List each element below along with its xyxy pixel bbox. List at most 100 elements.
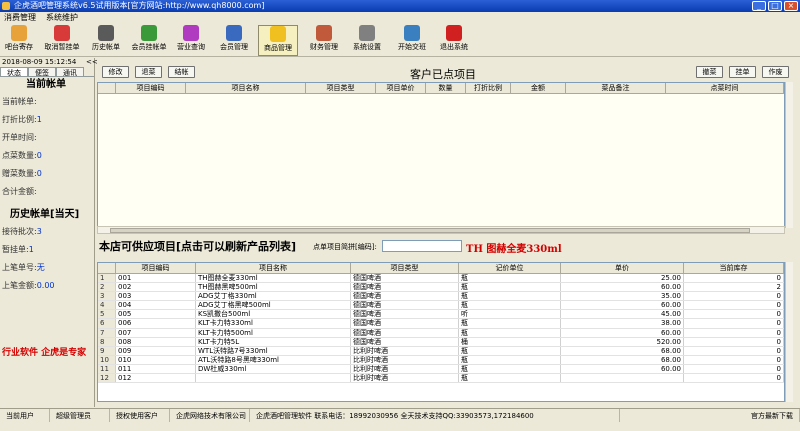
clock-icon (98, 25, 114, 41)
toolbar-member-bill-button[interactable]: 会员挂帐单 (130, 25, 168, 56)
info-label: 赠菜数量: (2, 169, 37, 178)
table-row[interactable]: 11 011 DW杜威330ml 比利时啤酒瓶 60.00 0 (98, 364, 784, 375)
checkout-button[interactable]: 结帐 (168, 66, 195, 78)
tab-status[interactable]: 状态 (0, 67, 28, 77)
table-row[interactable]: 12 012 比利时啤酒瓶 0 (98, 374, 784, 384)
table-cell: 德国啤酒 (351, 310, 459, 319)
table-cell: 10 (98, 355, 116, 364)
column-header[interactable]: 金额 (511, 83, 566, 93)
table-cell: 0 (684, 301, 784, 310)
search-input[interactable] (382, 240, 462, 252)
tab-notes[interactable]: 便签 (28, 67, 56, 77)
info-label: 当前帐单: (2, 97, 37, 106)
return-dish-button[interactable]: 退菜 (135, 66, 162, 78)
status-item: 企虎网络技术有限公司 (170, 409, 250, 422)
column-header[interactable] (98, 263, 116, 273)
toolbar-star-button[interactable]: 商品管理 (258, 25, 298, 56)
table-row[interactable]: 3 003 ADG艾丁格330ml 德国啤酒瓶 35.00 0 (98, 292, 784, 302)
table-cell: 听 (459, 310, 561, 319)
toolbar-label: 系统设置 (353, 43, 381, 51)
remove-dish-button[interactable]: 撤菜 (696, 66, 723, 78)
collapse-button[interactable]: << (86, 58, 98, 67)
column-header[interactable]: 打折比例 (466, 83, 511, 93)
table-cell: 0 (684, 355, 784, 364)
table-cell: 0 (684, 374, 784, 383)
column-header[interactable]: 菜品备注 (566, 83, 666, 93)
void-button[interactable]: 作废 (762, 66, 789, 78)
info-value: 1 (36, 115, 42, 124)
menu-maintain[interactable]: 系统维护 (46, 12, 78, 23)
info-label: 点菜数量: (2, 151, 37, 160)
order-hscroll[interactable] (97, 226, 785, 234)
table-row[interactable]: 4 004 ADG艾丁格黑啤500ml 德国啤酒瓶 60.00 0 (98, 301, 784, 311)
toolbar-member-button[interactable]: 会员管理 (216, 25, 252, 56)
table-row[interactable]: 10 010 ATL沃特路8号黑啤330ml 比利时啤酒瓶 68.00 0 (98, 355, 784, 365)
table-row[interactable]: 5 005 KS凯撒台500ml 德国啤酒听 45.00 0 (98, 310, 784, 320)
toolbar-storage-button[interactable]: 吧台寄存 (2, 25, 36, 56)
toolbar-query-button[interactable]: 营业查询 (172, 25, 210, 56)
column-header[interactable]: 项目类型 (306, 83, 376, 93)
table-row[interactable]: 2 002 TH图赫黑啤500ml 德国啤酒瓶 60.00 2 (98, 283, 784, 293)
app-icon (2, 2, 10, 10)
table-row[interactable]: 6 006 KLT卡力特330ml 德国啤酒瓶 38.00 0 (98, 319, 784, 329)
toolbar-undo-button[interactable]: 取消暂挂单 (40, 25, 84, 56)
maximize-button[interactable]: □ (768, 1, 782, 11)
info-value: 0 (36, 169, 42, 178)
column-header[interactable]: 项目单价 (376, 83, 426, 93)
order-grid[interactable]: 项目编码 项目名称 项目类型 项目单价 数量 打折比例 金额 菜品备注 点菜时间 (97, 82, 785, 228)
toolbar-label: 会员管理 (220, 43, 248, 51)
close-button[interactable]: × (784, 1, 798, 11)
column-header[interactable]: 项目名称 (196, 263, 351, 273)
table-cell: 0 (684, 319, 784, 328)
table-cell: 瓶 (459, 292, 561, 301)
toolbar-settings-button[interactable]: 系统设置 (348, 25, 386, 56)
column-header[interactable]: 项目编码 (116, 263, 196, 273)
status-item[interactable]: 官方最新下载 (620, 409, 800, 422)
datetime-label: 2018-08-09 15:12:54 << (2, 58, 98, 66)
table-cell: 520.00 (561, 337, 684, 346)
table-row[interactable]: 9 009 WTL沃特路7号330ml 比利时啤酒瓶 68.00 0 (98, 346, 784, 356)
info-row: 开单时间: (0, 129, 94, 147)
current-bill-title: 当前帐单 (26, 79, 66, 90)
order-vscroll[interactable] (785, 82, 793, 228)
product-vscroll[interactable] (785, 262, 793, 402)
table-cell: 0 (684, 337, 784, 346)
column-header[interactable]: 单价 (561, 263, 684, 273)
column-header[interactable]: 点菜时间 (666, 83, 784, 93)
table-cell: 60.00 (561, 364, 684, 374)
info-label: 接待批次: (2, 227, 37, 236)
column-header[interactable]: 项目名称 (186, 83, 306, 93)
table-row[interactable]: 8 008 KLT卡力特5L 德国啤酒桶 520.00 0 (98, 337, 784, 347)
column-header[interactable]: 项目类型 (351, 263, 459, 273)
toolbar-clock-button[interactable]: 历史帐单 (88, 25, 124, 56)
table-row[interactable]: 1 001 TH图赫全麦330ml 德国啤酒瓶 25.00 0 (98, 274, 784, 284)
toolbar-finance-button[interactable]: 财务管理 (305, 25, 343, 56)
table-cell: 桶 (459, 337, 561, 346)
column-header[interactable]: 当前库存 (684, 263, 784, 273)
table-cell: 011 (116, 364, 196, 374)
hold-bill-button[interactable]: 挂单 (729, 66, 756, 78)
window-titlebar: 企虎酒吧管理系统v6.5试用版本[官方网站:http://www.qh8000.… (0, 0, 800, 12)
tab-comm[interactable]: 通讯 (56, 67, 84, 77)
menubar: 消费管理 系统维护 (0, 12, 800, 23)
star-icon (270, 26, 286, 42)
toolbar-power-button[interactable]: 退出系统 (436, 25, 472, 56)
table-cell: 8 (98, 337, 116, 346)
menu-consume[interactable]: 消费管理 (4, 12, 36, 23)
products-title[interactable]: 本店可供应项目[点击可以刷新产品列表] (99, 238, 296, 254)
scroll-thumb[interactable] (110, 228, 750, 233)
power-icon (446, 25, 462, 41)
table-cell: 002 (116, 283, 196, 292)
column-header[interactable]: 数量 (426, 83, 466, 93)
column-header[interactable]: 项目编码 (116, 83, 186, 93)
minimize-button[interactable]: _ (752, 1, 766, 11)
table-row[interactable]: 7 007 KLT卡力特500ml 德国啤酒瓶 60.00 0 (98, 328, 784, 338)
column-header[interactable] (98, 83, 116, 93)
info-row: 上笔单号:无 (0, 259, 94, 277)
product-grid[interactable]: 项目编码 项目名称 项目类型 记价单位 单价 当前库存 1 001 TH图赫全麦330ml 德国… (97, 262, 785, 402)
table-cell: 0 (684, 292, 784, 301)
modify-button[interactable]: 修改 (102, 66, 129, 78)
table-cell: 38.00 (561, 319, 684, 328)
toolbar-handshake-button[interactable]: 开始交班 (393, 25, 431, 56)
column-header[interactable]: 记价单位 (459, 263, 561, 273)
